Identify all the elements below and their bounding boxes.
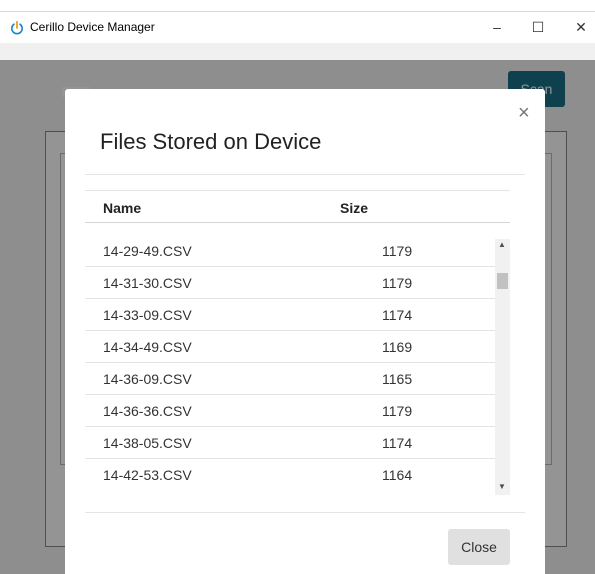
table-row[interactable]: 14-29-49.CSV 1179 bbox=[85, 235, 495, 267]
scroll-thumb[interactable] bbox=[497, 273, 508, 289]
table-row[interactable]: 14-31-30.CSV 1179 bbox=[85, 267, 495, 299]
scroll-up-arrow-icon[interactable]: ▲ bbox=[498, 240, 506, 249]
table-row[interactable]: 14-36-36.CSV 1179 bbox=[85, 395, 495, 427]
file-name: 14-38-05.CSV bbox=[103, 435, 192, 451]
file-size: 1164 bbox=[382, 467, 413, 483]
column-header-size[interactable]: Size bbox=[340, 200, 368, 216]
header-divider bbox=[85, 174, 525, 175]
file-name: 14-33-09.CSV bbox=[103, 307, 192, 323]
file-size: 1174 bbox=[382, 307, 413, 323]
maximize-button[interactable]: ☐ bbox=[527, 16, 549, 38]
file-size: 1179 bbox=[382, 275, 413, 291]
file-name: 14-42-53.CSV bbox=[103, 467, 192, 483]
file-size: 1165 bbox=[382, 371, 413, 387]
power-icon bbox=[10, 20, 24, 35]
file-name: 14-36-09.CSV bbox=[103, 371, 192, 387]
column-header-name[interactable]: Name bbox=[103, 200, 141, 216]
table-row[interactable]: 14-38-05.CSV 1174 bbox=[85, 427, 495, 459]
scroll-down-arrow-icon[interactable]: ▼ bbox=[498, 482, 506, 491]
table-row[interactable]: 14-42-53.CSV 1164 bbox=[85, 459, 495, 490]
footer-divider bbox=[85, 512, 525, 513]
file-name: 14-29-49.CSV bbox=[103, 243, 192, 259]
scrollbar[interactable]: ▲ ▼ bbox=[495, 239, 510, 495]
file-size: 1174 bbox=[382, 435, 413, 451]
window-close-button[interactable]: ✕ bbox=[570, 16, 592, 38]
dialog-title: Files Stored on Device bbox=[100, 129, 322, 154]
app-window: Cerillo Device Manager – ☐ ✕ Scan × File… bbox=[0, 0, 595, 574]
menu-strip bbox=[0, 43, 595, 60]
table-row[interactable]: 14-36-09.CSV 1165 bbox=[85, 363, 495, 395]
files-dialog: × Files Stored on Device Name Size 14-29… bbox=[65, 89, 545, 574]
file-name: 14-31-30.CSV bbox=[103, 275, 192, 291]
close-button[interactable]: Close bbox=[448, 529, 510, 565]
table-row[interactable]: 14-34-49.CSV 1169 bbox=[85, 331, 495, 363]
table-row[interactable]: 14-33-09.CSV 1174 bbox=[85, 299, 495, 331]
file-name: 14-36-36.CSV bbox=[103, 403, 192, 419]
file-size: 1179 bbox=[382, 243, 413, 259]
window-title: Cerillo Device Manager bbox=[30, 20, 155, 34]
table-header-divider bbox=[85, 222, 510, 223]
file-size: 1179 bbox=[382, 403, 413, 419]
table-top-line bbox=[85, 190, 510, 191]
title-bar: Cerillo Device Manager – ☐ ✕ bbox=[0, 11, 595, 43]
file-list[interactable]: 14-29-49.CSV 1179 14-31-30.CSV 1179 14-3… bbox=[85, 235, 495, 490]
close-icon[interactable]: × bbox=[518, 103, 530, 123]
minimize-button[interactable]: – bbox=[486, 16, 508, 38]
file-name: 14-34-49.CSV bbox=[103, 339, 192, 355]
file-size: 1169 bbox=[382, 339, 413, 355]
